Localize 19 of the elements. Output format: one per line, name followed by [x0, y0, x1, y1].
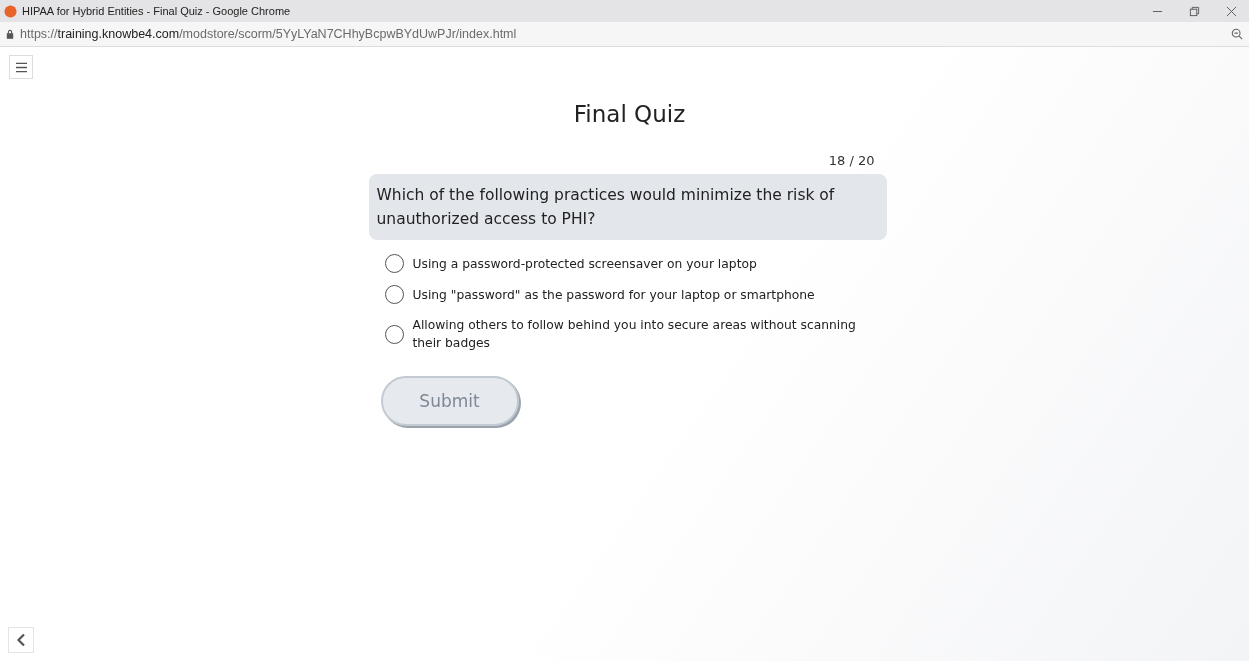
question-text: Which of the following practices would minimize the risk of unauthorized access to PHI? [368, 174, 887, 240]
chevron-left-icon [16, 633, 26, 647]
close-icon[interactable] [1226, 5, 1237, 17]
radio-button[interactable] [384, 324, 404, 344]
lock-icon [6, 29, 14, 39]
window-title: HIPAA for Hybrid Entities - Final Quiz - Google Chrome [22, 5, 291, 17]
option-label[interactable]: Using a password-protected screensaver on your laptop [412, 254, 757, 273]
question-counter: 18 / 20 [828, 153, 876, 168]
restore-icon[interactable] [1189, 5, 1200, 17]
menu-button[interactable] [9, 55, 33, 79]
browser-favicon-icon [4, 4, 17, 18]
option-label[interactable]: Allowing others to follow behind you into secure areas without scanning their badges [412, 316, 887, 352]
option-label[interactable]: Using "password" as the password for your laptop or smartphone [412, 285, 815, 304]
radio-button[interactable] [384, 285, 404, 304]
back-button[interactable] [8, 627, 34, 653]
quiz-title: Final Quiz [572, 101, 686, 127]
radio-button[interactable] [384, 254, 404, 273]
zoom-out-icon[interactable] [1231, 28, 1243, 40]
menu-icon [14, 61, 28, 73]
